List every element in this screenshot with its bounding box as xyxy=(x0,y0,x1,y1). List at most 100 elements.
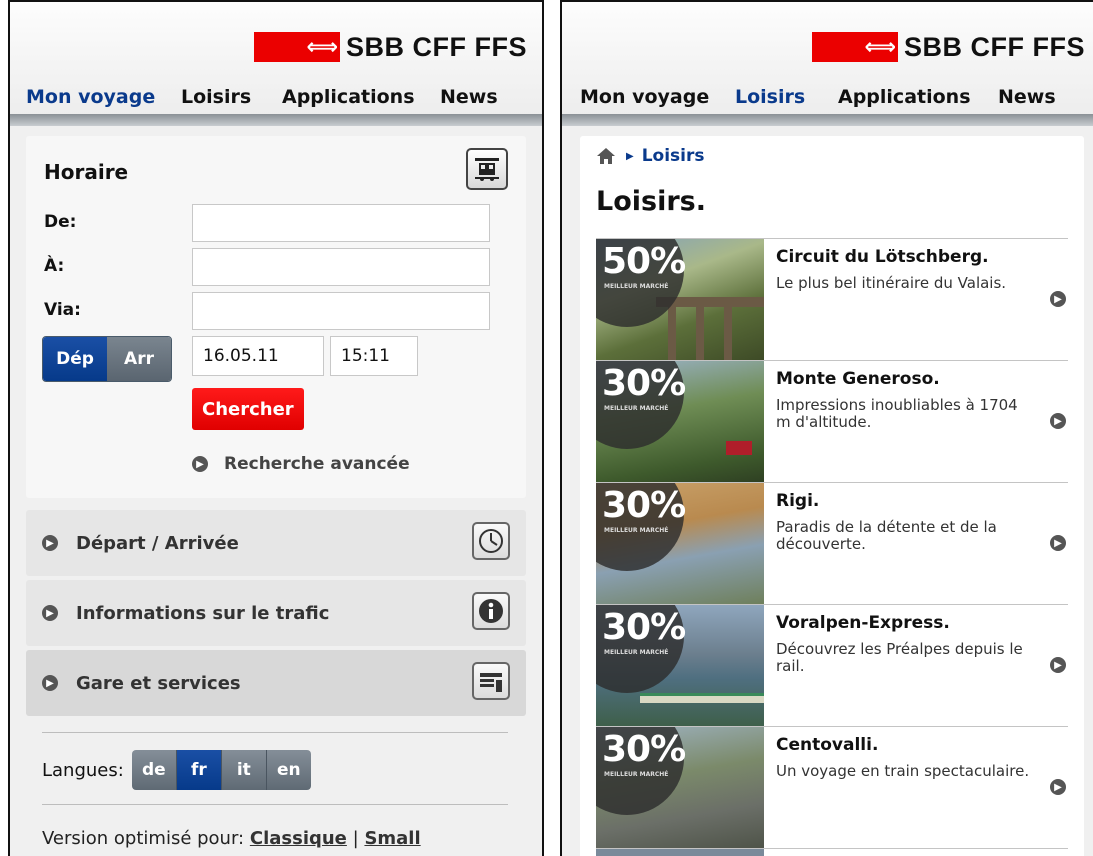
info-icon xyxy=(472,592,510,630)
offer-image xyxy=(596,849,764,856)
item-description: Découvrez les Préalpes depuis le rail. xyxy=(776,640,1023,675)
chevron-right-icon: ▶ xyxy=(42,675,58,691)
time-input[interactable] xyxy=(330,336,418,376)
date-input[interactable] xyxy=(192,336,324,376)
chevron-right-icon: ▶ xyxy=(192,456,208,472)
home-icon[interactable] xyxy=(596,147,616,165)
list-item[interactable]: 50% MEILLEUR MARCHÉ Circuit du Lötschber… xyxy=(596,238,1068,361)
divider xyxy=(42,732,508,733)
classic-version-link[interactable]: Classique xyxy=(250,828,347,849)
chevron-right-icon: ▶ xyxy=(1050,779,1066,795)
lang-fr[interactable]: fr xyxy=(176,750,222,790)
nav-applications[interactable]: Applications xyxy=(282,86,415,108)
version-label: Version optimisé pour: xyxy=(42,828,245,849)
lang-it[interactable]: it xyxy=(221,750,267,790)
left-phone-screen: ⟺ SBB CFF FFS Mon voyage Loisirs Applica… xyxy=(8,0,544,856)
list-item[interactable]: 30% MEILLEUR MARCHÉ Centovalli. Un voyag… xyxy=(596,726,1068,849)
right-phone-screen: ⟺ SBB CFF FFS Mon voyage Loisirs Applica… xyxy=(560,0,1093,856)
from-input[interactable] xyxy=(192,204,490,242)
chevron-right-icon: ▶ xyxy=(42,535,58,551)
item-title: Circuit du Lötschberg. xyxy=(776,247,989,267)
to-input[interactable] xyxy=(192,248,490,286)
list-item[interactable]: 30% MEILLEUR MARCHÉ Voralpen-Express. Dé… xyxy=(596,604,1068,727)
app-header: ⟺ SBB CFF FFS Mon voyage Loisirs Applica… xyxy=(10,2,542,122)
version-separator: | xyxy=(352,828,359,849)
chevron-right-icon: ▶ xyxy=(1050,657,1066,673)
station-services-icon xyxy=(472,662,510,700)
accordion-traffic-info[interactable]: ▶ Informations sur le trafic xyxy=(26,580,526,646)
sbb-logo[interactable]: ⟺ SBB CFF FFS xyxy=(812,30,1085,64)
offer-image: 30% MEILLEUR MARCHÉ xyxy=(596,727,764,849)
list-item[interactable]: 30% MEILLEUR MARCHÉ Rigi. Paradis de la … xyxy=(596,482,1068,605)
nav-news[interactable]: News xyxy=(440,86,498,108)
search-button[interactable]: Chercher xyxy=(192,388,304,430)
advanced-search-label: Recherche avancée xyxy=(224,454,410,474)
item-description: Paradis de la détente et de la découvert… xyxy=(776,518,997,553)
main-nav: Mon voyage Loisirs Applications News xyxy=(562,86,1093,112)
advanced-search-link[interactable]: ▶ Recherche avancée xyxy=(192,454,410,474)
item-title: Voralpen-Express. xyxy=(776,613,950,633)
brand-name: SBB CFF FFS xyxy=(904,31,1085,62)
offer-image: 50% MEILLEUR MARCHÉ xyxy=(596,239,764,361)
item-title: Monte Generoso. xyxy=(776,369,940,389)
offer-image: 30% MEILLEUR MARCHÉ xyxy=(596,605,764,727)
accordion-label: Informations sur le trafic xyxy=(76,602,330,624)
version-switch: Version optimisé pour: Classique | Small xyxy=(42,828,421,849)
item-title: Rigi. xyxy=(776,491,820,511)
sbb-arrows-icon: ⟺ xyxy=(306,34,338,60)
breadcrumb-current[interactable]: Loisirs xyxy=(642,146,705,166)
lang-en[interactable]: en xyxy=(266,750,311,790)
offer-image: 30% MEILLEUR MARCHÉ xyxy=(596,361,764,483)
list-item[interactable] xyxy=(596,848,1068,856)
item-title: Centovalli. xyxy=(776,735,879,755)
clock-icon xyxy=(472,522,510,560)
divider xyxy=(42,804,508,805)
nav-news[interactable]: News xyxy=(998,86,1056,108)
chevron-right-icon: ▶ xyxy=(1050,535,1066,551)
horaire-panel: Horaire De: À: Via: Dép Arr Chercher xyxy=(26,136,526,498)
chevron-right-icon: ▶ xyxy=(1050,291,1066,307)
nav-loisirs[interactable]: Loisirs xyxy=(735,86,805,108)
arrival-button[interactable]: Arr xyxy=(107,337,171,381)
languages-label: Langues: xyxy=(42,759,124,781)
page-title: Loisirs. xyxy=(596,186,706,217)
item-description: Un voyage en train spectaculaire. xyxy=(776,762,1030,780)
accordion-departure-arrival[interactable]: ▶ Départ / Arrivée xyxy=(26,510,526,576)
loisirs-content: ▶ Loisirs Loisirs. 50% MEILLEUR MARCHÉ C… xyxy=(580,136,1084,856)
train-icon[interactable] xyxy=(466,148,508,190)
offer-image: 30% MEILLEUR MARCHÉ xyxy=(596,483,764,605)
via-input[interactable] xyxy=(192,292,490,330)
language-selector: Langues: de fr it en xyxy=(42,748,311,792)
via-label: Via: xyxy=(44,300,81,320)
departure-button[interactable]: Dép xyxy=(43,337,107,381)
brand-name: SBB CFF FFS xyxy=(346,31,527,62)
item-description: Le plus bel itinéraire du Valais. xyxy=(776,274,1007,292)
small-version-link[interactable]: Small xyxy=(364,828,420,849)
sbb-arrows-icon: ⟺ xyxy=(864,34,896,60)
chevron-right-icon: ▶ xyxy=(1050,413,1066,429)
lang-de[interactable]: de xyxy=(131,750,177,790)
nav-mon-voyage[interactable]: Mon voyage xyxy=(580,86,709,108)
main-nav: Mon voyage Loisirs Applications News xyxy=(10,86,542,112)
chevron-right-icon: ▶ xyxy=(42,605,58,621)
accordion-label: Gare et services xyxy=(76,672,241,694)
nav-mon-voyage[interactable]: Mon voyage xyxy=(26,86,155,108)
app-header: ⟺ SBB CFF FFS Mon voyage Loisirs Applica… xyxy=(562,2,1093,122)
nav-applications[interactable]: Applications xyxy=(838,86,971,108)
breadcrumb: ▶ Loisirs xyxy=(596,146,705,166)
discount-badge: 30% MEILLEUR MARCHÉ xyxy=(596,483,686,571)
nav-divider xyxy=(10,114,542,126)
horaire-title: Horaire xyxy=(44,160,129,184)
accordion-label: Départ / Arrivée xyxy=(76,532,239,554)
nav-divider xyxy=(562,114,1093,126)
to-label: À: xyxy=(44,256,65,276)
sbb-logo[interactable]: ⟺ SBB CFF FFS xyxy=(254,30,527,64)
nav-loisirs[interactable]: Loisirs xyxy=(181,86,251,108)
accordion-station-services[interactable]: ▶ Gare et services xyxy=(26,650,526,716)
item-description: Impressions inoubliables à 1704 m d'alti… xyxy=(776,396,1018,431)
breadcrumb-arrow-icon: ▶ xyxy=(626,150,634,162)
dep-arr-toggle: Dép Arr xyxy=(42,336,172,382)
from-label: De: xyxy=(44,212,77,232)
list-item[interactable]: 30% MEILLEUR MARCHÉ Monte Generoso. Impr… xyxy=(596,360,1068,483)
discount-badge: 30% MEILLEUR MARCHÉ xyxy=(596,727,686,815)
